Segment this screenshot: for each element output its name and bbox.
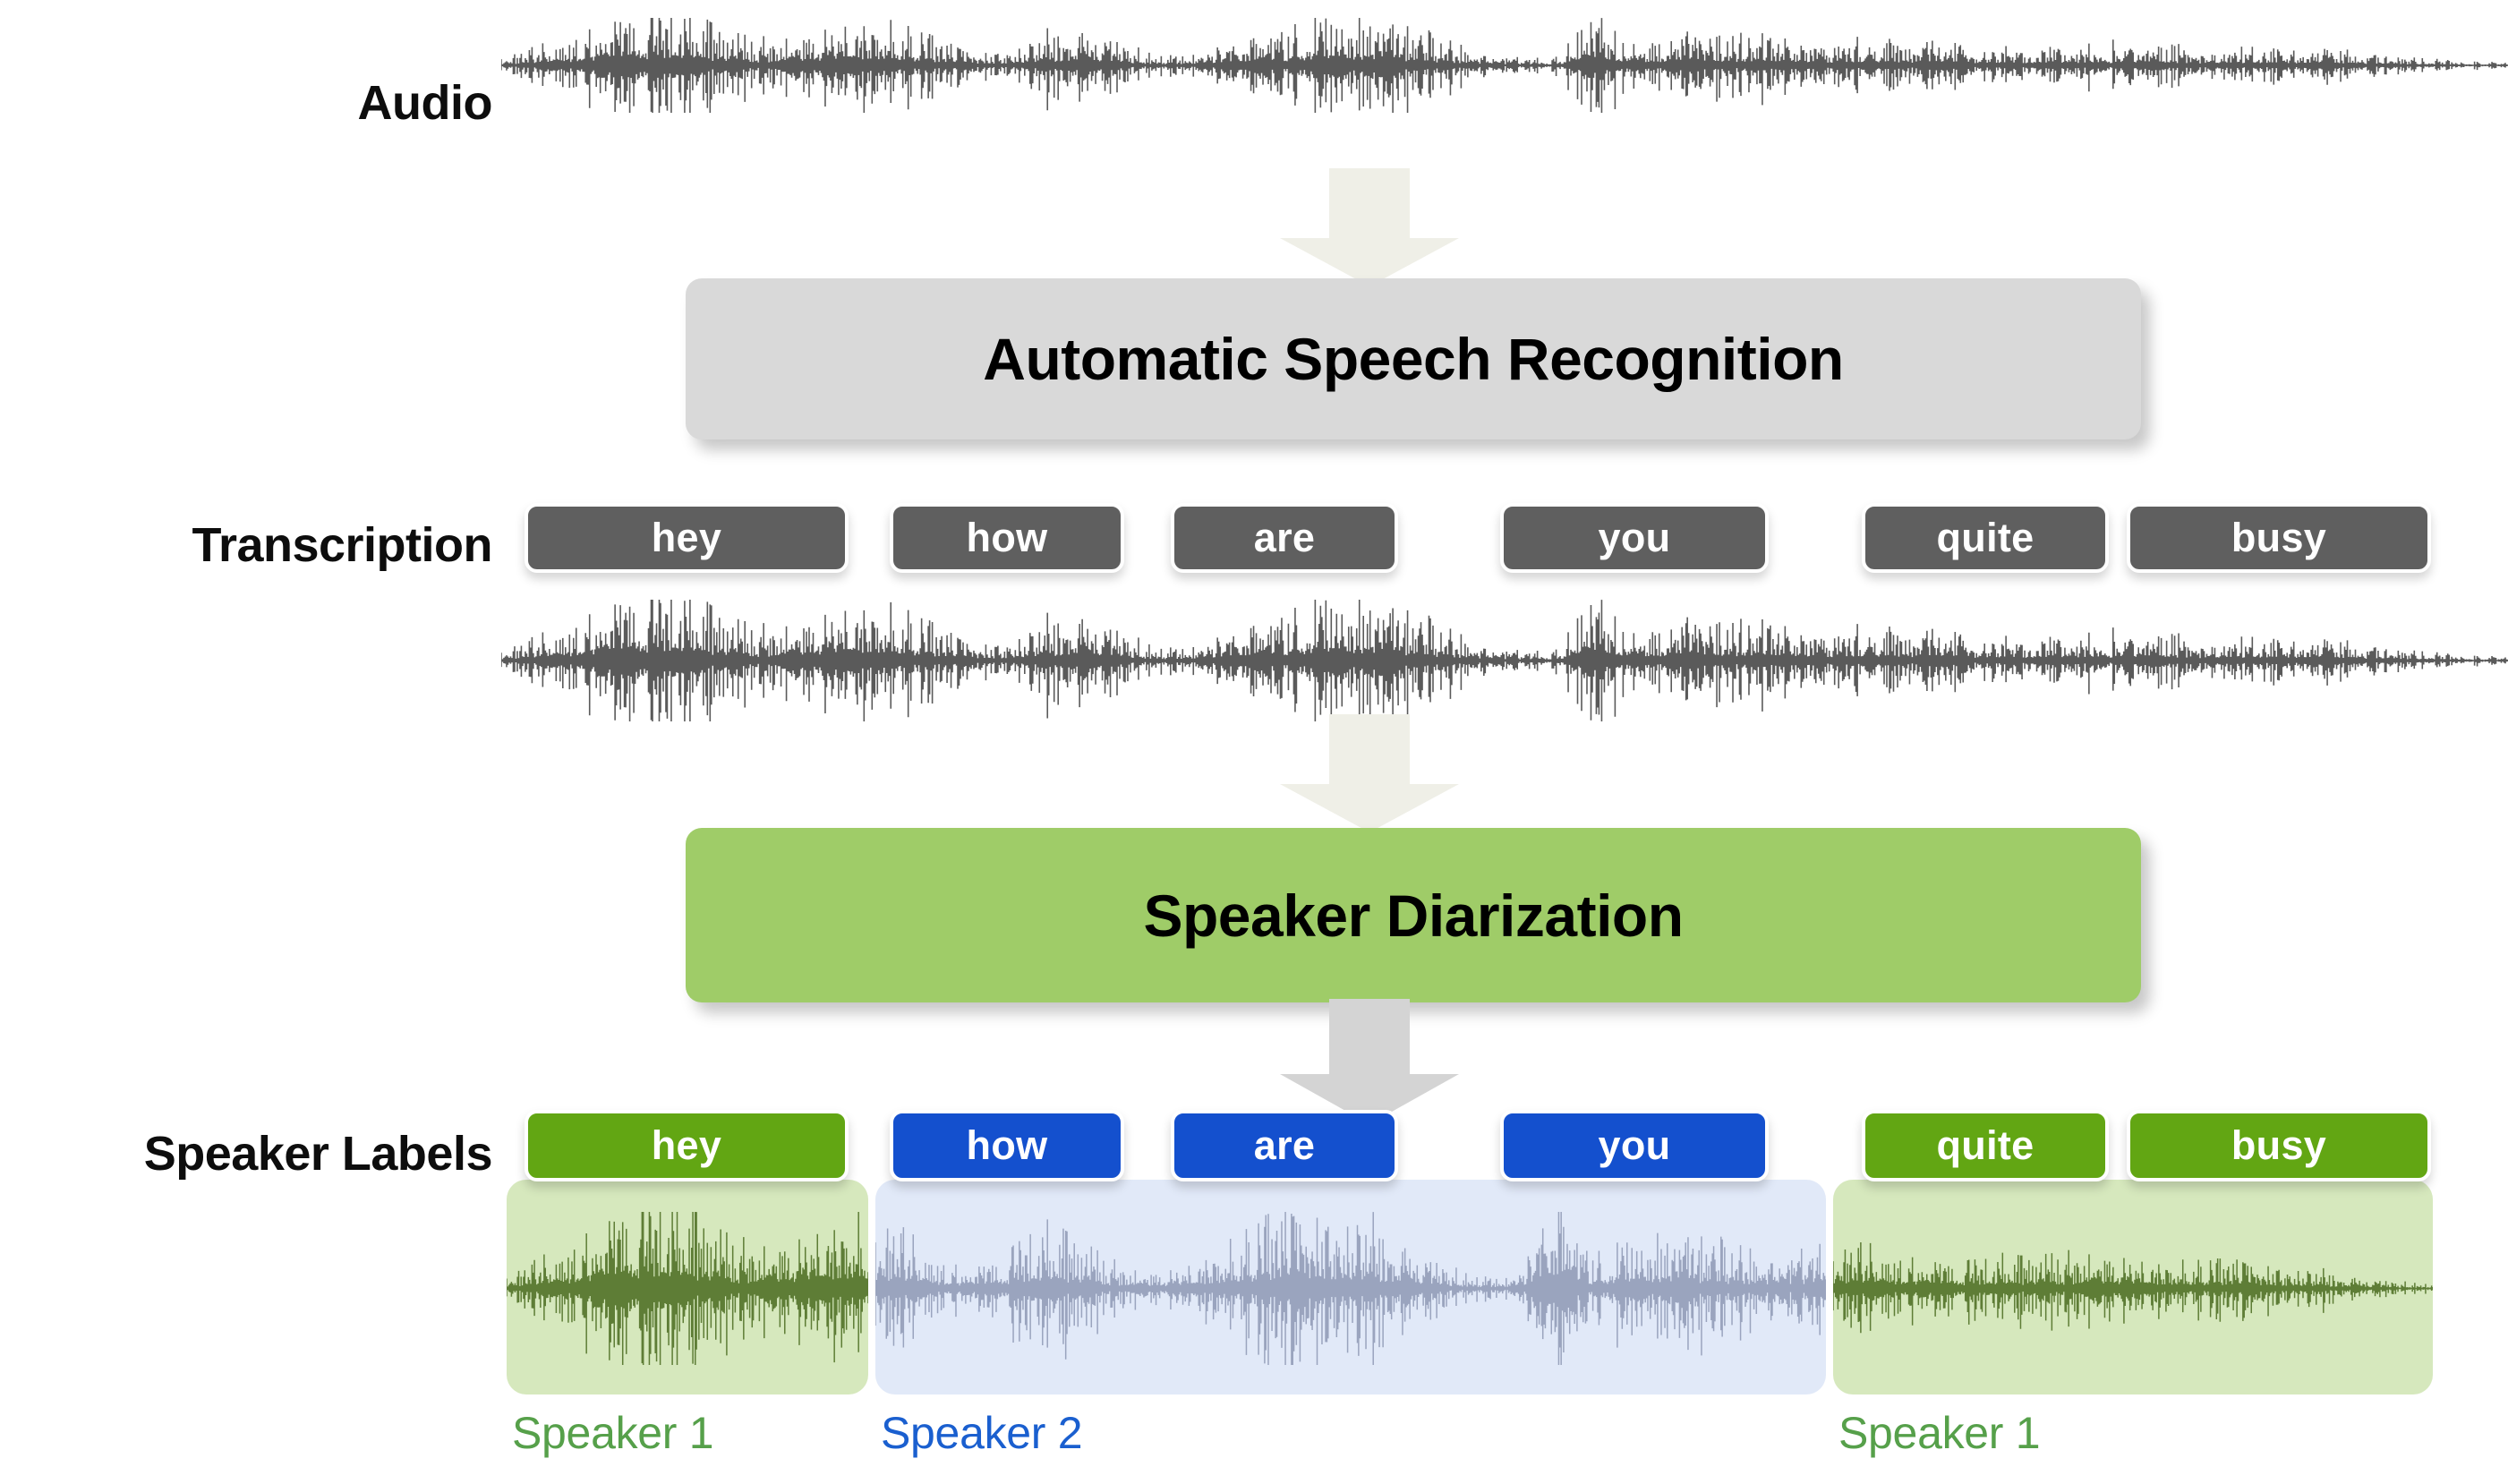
speaker-chip-you-label: you: [1598, 1122, 1671, 1168]
speaker-caption-1a: Speaker 1: [512, 1408, 714, 1458]
speaker-waveform-segment-1a-svg: [507, 1210, 868, 1367]
speaker-chip-busy-label: busy: [2231, 1122, 2327, 1168]
process-box-asr-label: Automatic Speech Recognition: [983, 326, 1844, 392]
transcription-chip-are[interactable]: are: [1171, 503, 1398, 573]
row-label-transcription: Transcription: [192, 518, 492, 572]
transcription-chip-hey[interactable]: hey: [525, 503, 849, 573]
arrow-audio-to-asr: [1280, 168, 1459, 286]
row-label-speaker-labels: Speaker Labels: [143, 1127, 493, 1181]
speaker-waveform-segment-2: [875, 1210, 1826, 1367]
arrow-asr-to-diar: [1280, 714, 1459, 832]
audio-waveform-top-svg: [501, 16, 2508, 115]
speaker-chip-are[interactable]: are: [1171, 1110, 1398, 1181]
transcription-chip-are-label: are: [1253, 515, 1316, 560]
transcription-chip-you-label: you: [1598, 515, 1671, 560]
speaker-chip-quite-label: quite: [1936, 1122, 2035, 1168]
speaker-caption-1b: Speaker 1: [1838, 1408, 2041, 1458]
transcription-chip-hey-label: hey: [651, 515, 722, 560]
speaker-chip-hey-label: hey: [651, 1122, 722, 1168]
audio-waveform-middle-svg: [501, 598, 2508, 723]
arrow-diar-to-labels: [1280, 999, 1459, 1124]
speaker-waveform-segment-1a: [507, 1210, 868, 1367]
audio-waveform-top: [501, 16, 2508, 115]
transcription-chip-how[interactable]: how: [890, 503, 1124, 573]
arrow-audio-to-asr-icon: [1280, 168, 1459, 286]
transcription-chip-quite[interactable]: quite: [1862, 503, 2109, 573]
transcription-chip-you[interactable]: you: [1500, 503, 1769, 573]
transcription-chip-how-label: how: [966, 515, 1048, 560]
audio-waveform-middle: [501, 598, 2508, 723]
speaker-chip-busy[interactable]: busy: [2127, 1110, 2431, 1181]
row-label-audio: Audio: [357, 76, 493, 130]
speaker-caption-2: Speaker 2: [881, 1408, 1083, 1458]
transcription-chip-busy-label: busy: [2231, 515, 2327, 560]
transcription-chip-busy[interactable]: busy: [2127, 503, 2431, 573]
speaker-chip-quite[interactable]: quite: [1862, 1110, 2109, 1181]
speaker-waveform-segment-1b: [1833, 1210, 2433, 1367]
process-box-asr[interactable]: Automatic Speech Recognition: [686, 278, 2141, 439]
arrow-asr-to-diar-icon: [1280, 714, 1459, 832]
speaker-chip-you[interactable]: you: [1500, 1110, 1769, 1181]
speaker-chip-how[interactable]: how: [890, 1110, 1124, 1181]
process-box-diarization[interactable]: Speaker Diarization: [686, 828, 2141, 1002]
speaker-chip-how-label: how: [966, 1122, 1048, 1168]
transcription-chip-quite-label: quite: [1936, 515, 2035, 560]
arrow-diar-to-labels-icon: [1280, 999, 1459, 1124]
speaker-waveform-segment-1b-svg: [1833, 1210, 2433, 1367]
speaker-waveform-segment-2-svg: [875, 1210, 1826, 1367]
process-box-diarization-label: Speaker Diarization: [1143, 882, 1684, 949]
speaker-chip-hey[interactable]: hey: [525, 1110, 849, 1181]
speaker-chip-are-label: are: [1253, 1122, 1316, 1168]
